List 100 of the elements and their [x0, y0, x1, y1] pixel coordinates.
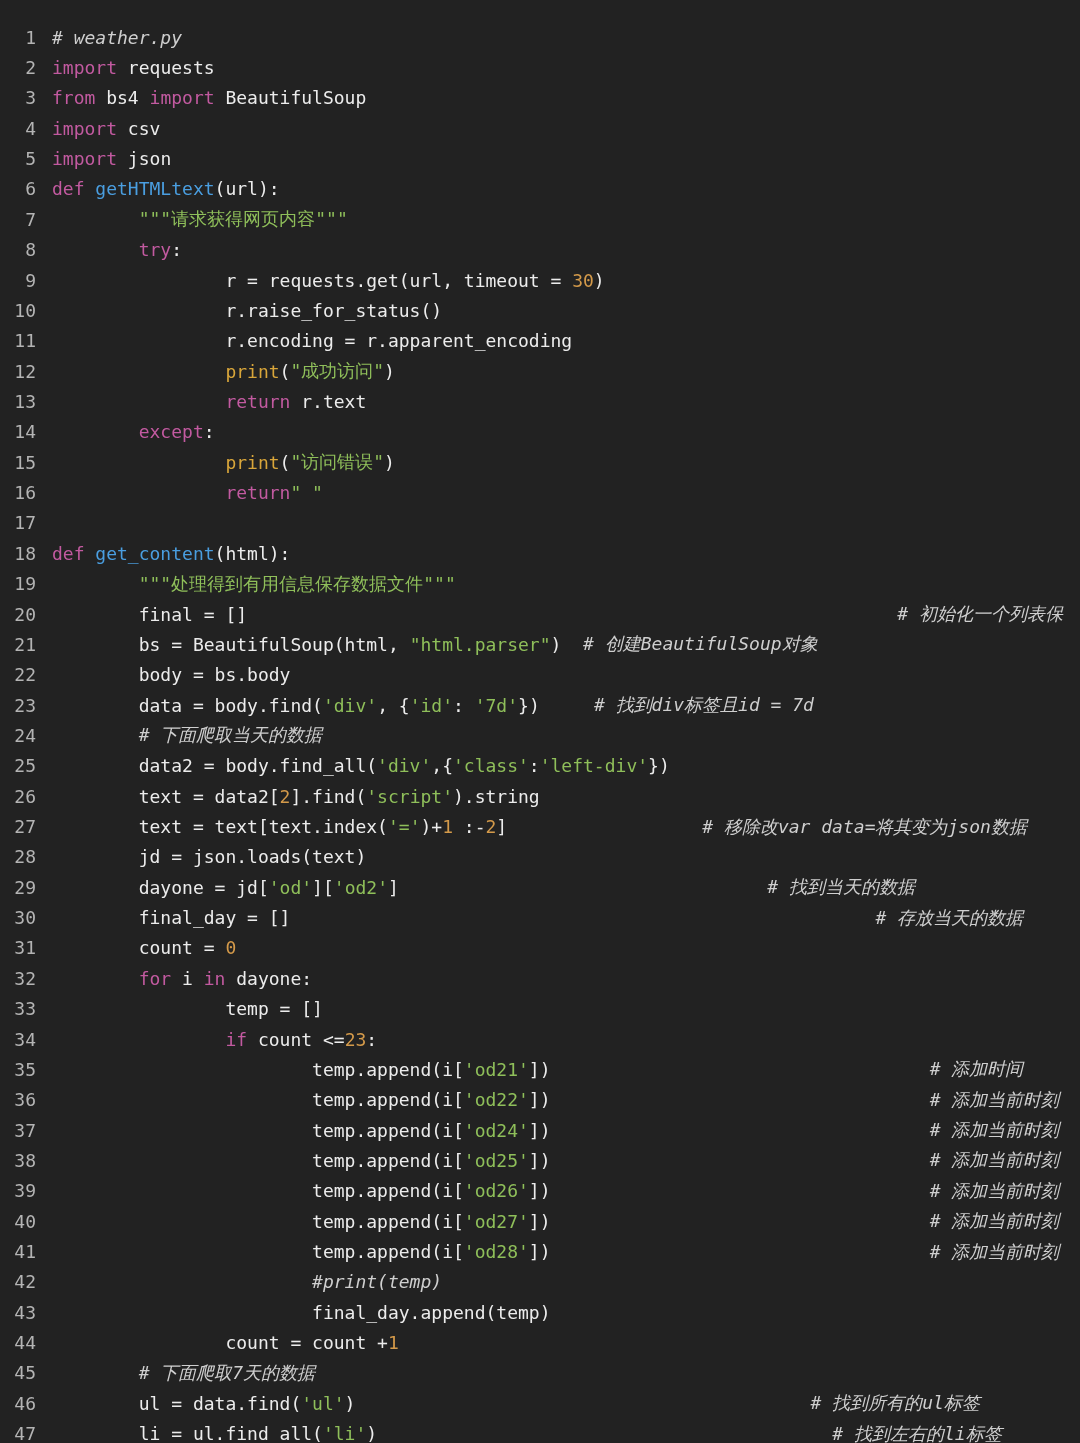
string-literal: "访问错误": [290, 450, 385, 475]
string-literal: "html.parser": [409, 633, 551, 655]
code-comment: # 添加当前时刻: [929, 1239, 1060, 1264]
line-number: 37: [13, 1119, 36, 1141]
code-text: temp = []: [224, 998, 323, 1020]
code-text: data = body.find(: [137, 694, 323, 716]
line-number: 38: [13, 1149, 36, 1171]
string-literal: 'div': [377, 755, 432, 777]
code-text: count =: [137, 937, 216, 959]
keyword: def: [52, 178, 85, 200]
code-text: ): [384, 360, 395, 382]
code-comment: # 找到所有的ul标签: [810, 1391, 980, 1416]
line-number: 31: [13, 937, 36, 959]
code-text: temp.append(i[: [311, 1241, 464, 1263]
string-literal: 'od25': [463, 1149, 529, 1171]
string-literal: 'class': [453, 755, 529, 777]
code-text: }): [648, 755, 670, 777]
number-literal: 0: [225, 937, 237, 959]
string-literal: 'od': [268, 876, 313, 898]
keyword: import: [52, 117, 118, 139]
number-literal: 2: [279, 785, 291, 807]
string-literal: 'od22': [463, 1089, 529, 1111]
keyword: import: [52, 57, 118, 79]
code-text: body = bs.body: [137, 664, 291, 686]
code-text: :: [203, 421, 215, 443]
line-number: 19: [13, 573, 36, 595]
string-literal: 'div': [322, 694, 378, 716]
code-text: r = requests.get(url, timeout =: [224, 269, 563, 291]
code-text: requests: [126, 57, 215, 79]
code-text: temp.append(i[: [311, 1119, 464, 1141]
code-text: , {: [377, 694, 410, 716]
line-number: 6: [24, 178, 36, 200]
line-number: 25: [13, 755, 36, 777]
code-comment: # 创建BeautifulSoup对象: [583, 632, 818, 657]
string-literal: 'script': [366, 785, 453, 807]
keyword: import: [52, 148, 118, 170]
code-text: ): [593, 269, 605, 291]
code-text: dayone:: [235, 967, 313, 989]
keyword: try: [137, 239, 172, 261]
code-comment: # 移除改var data=将其变为json数据: [702, 814, 1027, 839]
code-text: :: [366, 1028, 378, 1050]
code-text: temp.append(i[: [311, 1180, 464, 1202]
code-text: temp.append(i[: [311, 1149, 464, 1171]
builtin-name: print: [224, 451, 280, 473]
keyword: return: [224, 482, 291, 504]
keyword: from: [52, 87, 96, 109]
string-literal: 'od2': [333, 876, 388, 898]
line-number: 34: [13, 1028, 36, 1050]
line-number: 23: [13, 694, 36, 716]
code-comment: # 添加当前时刻: [929, 1148, 1060, 1173]
code-comment: # 初始化一个列表保: [897, 602, 1063, 626]
code-text: csv: [126, 117, 161, 139]
code-text: ): [366, 1423, 379, 1443]
string-literal: "成功访问": [290, 359, 385, 384]
line-number: 33: [13, 998, 36, 1020]
code-text: data2 = body.find_all(: [137, 755, 378, 777]
number-literal: 2: [485, 816, 497, 837]
code-text: :: [171, 239, 183, 261]
string-literal: 'od24': [463, 1119, 529, 1141]
code-text: ).string: [453, 785, 540, 807]
line-number: 27: [13, 816, 36, 837]
code-text: i: [181, 967, 194, 989]
code-text: count = count +: [224, 1332, 388, 1354]
number-literal: 1: [442, 816, 453, 837]
string-literal: '7d': [474, 694, 519, 716]
code-text: json: [126, 148, 172, 170]
line-number: 36: [13, 1089, 36, 1111]
string-literal: 'od27': [463, 1210, 529, 1232]
code-text: ul = data.find(: [137, 1392, 302, 1414]
line-number: 39: [13, 1180, 36, 1202]
code-text: text = data2[: [137, 785, 280, 807]
line-number: 22: [13, 664, 36, 686]
line-number: 1: [24, 26, 36, 48]
line-number: 9: [24, 269, 36, 291]
string-literal: 'ul': [301, 1392, 345, 1414]
number-literal: 30: [572, 269, 594, 291]
line-number: 5: [24, 148, 36, 170]
code-comment: # weather.py: [52, 26, 183, 48]
code-text: temp.append(i[: [311, 1210, 464, 1232]
line-number: 26: [13, 785, 36, 807]
number-literal: 1: [387, 1332, 399, 1354]
code-text: final_day.append(temp): [311, 1301, 551, 1323]
code-comment: #print(temp): [311, 1271, 443, 1293]
code-text: (url):: [214, 178, 280, 200]
code-text: )+: [420, 816, 443, 837]
line-number: 41: [13, 1241, 36, 1263]
line-number: 8: [24, 239, 36, 261]
code-text: text = text[text.index(: [137, 816, 388, 837]
code-text: ]): [528, 1180, 552, 1202]
code-text: ): [384, 451, 395, 473]
line-number: 35: [13, 1058, 36, 1080]
code-text: jd = json.loads(text): [137, 846, 367, 868]
string-literal: 'od28': [463, 1241, 529, 1263]
line-number: 7: [24, 208, 36, 230]
line-number: 15: [13, 451, 36, 473]
code-text: (: [279, 360, 291, 382]
string-literal: 'od26': [463, 1180, 529, 1202]
code-text: temp.append(i[: [311, 1058, 464, 1080]
code-text: (html):: [214, 542, 291, 564]
code-text: ): [344, 1392, 357, 1414]
